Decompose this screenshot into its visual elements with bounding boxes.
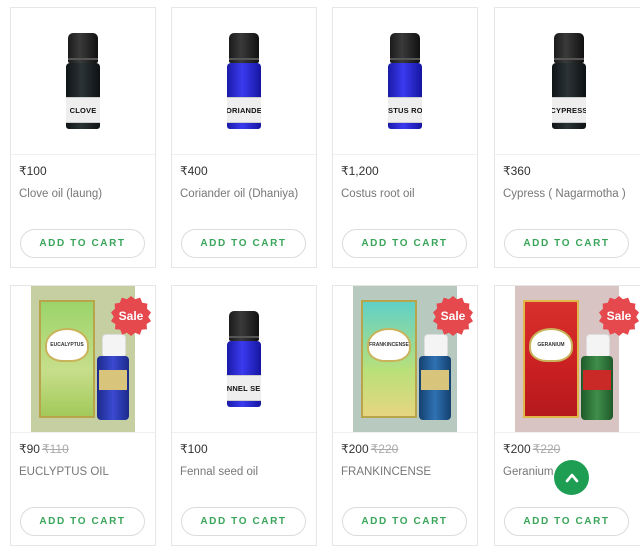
bottle-label: CORIANDER bbox=[227, 97, 261, 123]
add-to-cart-button[interactable]: ADD TO CART bbox=[504, 507, 629, 536]
chevron-up-icon bbox=[565, 473, 578, 482]
bottle-image: CORIANDER bbox=[227, 33, 261, 129]
product-card[interactable]: COSTUS ROOT ₹1,200 Costus root oil ADD T… bbox=[332, 7, 478, 268]
product-price: ₹200 ₹220 bbox=[503, 442, 561, 456]
product-price: ₹100 bbox=[19, 164, 47, 178]
product-name[interactable]: Fennal seed oil bbox=[180, 466, 258, 478]
product-name[interactable]: EUCLYPTUS OIL bbox=[19, 466, 109, 478]
product-card[interactable]: FRANKINCENSE Sale ₹200 ₹220 FRANKINCENSE … bbox=[332, 285, 478, 546]
product-name[interactable]: Clove oil (laung) bbox=[19, 188, 102, 200]
box-label: FRANKINCENSE bbox=[367, 328, 411, 362]
product-image[interactable]: CLOVE bbox=[11, 8, 155, 155]
product-price: ₹1,200 bbox=[341, 164, 379, 178]
box-label: GERANIUM bbox=[529, 328, 573, 362]
product-price: ₹100 bbox=[180, 442, 208, 456]
add-to-cart-button[interactable]: ADD TO CART bbox=[20, 507, 145, 536]
old-price: ₹220 bbox=[370, 442, 399, 456]
product-image[interactable]: CYPRESS bbox=[495, 8, 640, 155]
add-to-cart-button[interactable]: ADD TO CART bbox=[342, 507, 467, 536]
bottle-image: FENNEL SEED bbox=[227, 311, 261, 407]
add-to-cart-button[interactable]: ADD TO CART bbox=[504, 229, 629, 258]
old-price: ₹220 bbox=[532, 442, 561, 456]
add-to-cart-button[interactable]: ADD TO CART bbox=[181, 507, 306, 536]
scroll-to-top-button[interactable] bbox=[554, 460, 589, 495]
product-image[interactable]: EUCALYPTUS Sale bbox=[11, 286, 155, 433]
product-name[interactable]: Cypress ( Nagarmotha ) bbox=[503, 188, 626, 200]
bottle-image: CYPRESS bbox=[552, 33, 586, 129]
product-card[interactable]: CORIANDER ₹400 Coriander oil (Dhaniya) A… bbox=[171, 7, 317, 268]
product-card[interactable]: CLOVE ₹100 Clove oil (laung) ADD TO CART bbox=[10, 7, 156, 268]
add-to-cart-button[interactable]: ADD TO CART bbox=[20, 229, 145, 258]
bottle-label: CLOVE bbox=[66, 97, 100, 123]
product-name[interactable]: Geranium bbox=[503, 466, 554, 478]
old-price: ₹110 bbox=[41, 442, 69, 456]
product-image[interactable]: FRANKINCENSE Sale bbox=[333, 286, 477, 433]
product-card[interactable]: GERANIUM Sale ₹200 ₹220 Geranium ADD TO C… bbox=[494, 285, 640, 546]
product-price: ₹360 bbox=[503, 164, 531, 178]
product-card[interactable]: EUCALYPTUS Sale ₹90 ₹110 EUCLYPTUS OIL AD… bbox=[10, 285, 156, 546]
product-name[interactable]: Coriander oil (Dhaniya) bbox=[180, 188, 298, 200]
product-name[interactable]: Costus root oil bbox=[341, 188, 415, 200]
product-price: ₹200 ₹220 bbox=[341, 442, 399, 456]
bottle-label: FENNEL SEED bbox=[227, 375, 261, 401]
product-price: ₹90 ₹110 bbox=[19, 442, 69, 456]
product-image[interactable]: GERANIUM Sale bbox=[495, 286, 640, 433]
add-to-cart-button[interactable]: ADD TO CART bbox=[181, 229, 306, 258]
bottle-label: CYPRESS bbox=[552, 97, 586, 123]
product-image[interactable]: COSTUS ROOT bbox=[333, 8, 477, 155]
bottle-image: COSTUS ROOT bbox=[388, 33, 422, 129]
product-name[interactable]: FRANKINCENSE bbox=[341, 466, 431, 478]
product-image[interactable]: CORIANDER bbox=[172, 8, 316, 155]
box-label: EUCALYPTUS bbox=[45, 328, 89, 362]
product-image[interactable]: FENNEL SEED bbox=[172, 286, 316, 433]
product-card[interactable]: CYPRESS ₹360 Cypress ( Nagarmotha ) ADD … bbox=[494, 7, 640, 268]
bottle-label: COSTUS ROOT bbox=[388, 97, 422, 123]
add-to-cart-button[interactable]: ADD TO CART bbox=[342, 229, 467, 258]
product-price: ₹400 bbox=[180, 164, 208, 178]
product-card[interactable]: FENNEL SEED ₹100 Fennal seed oil ADD TO … bbox=[171, 285, 317, 546]
bottle-image: CLOVE bbox=[66, 33, 100, 129]
